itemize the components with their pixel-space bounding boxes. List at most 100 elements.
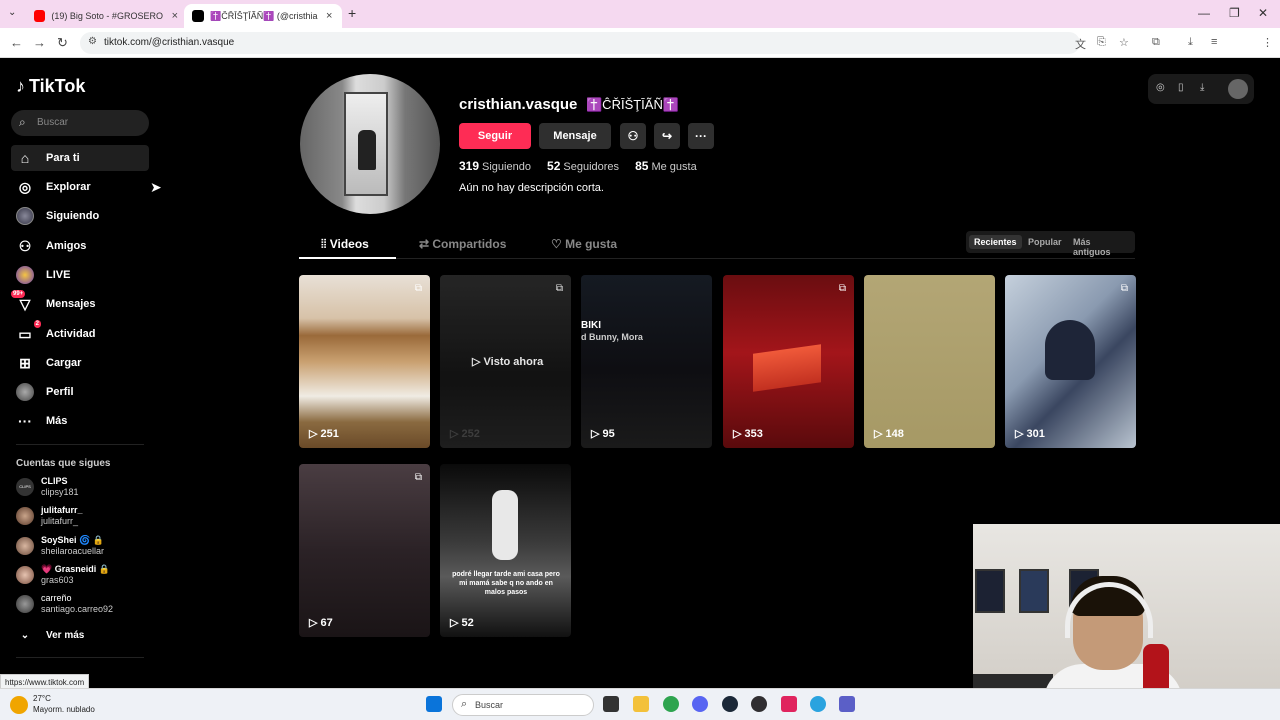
grid-icon: ⦙⦙ xyxy=(321,237,330,251)
chrome-icon[interactable] xyxy=(663,696,679,712)
sort-oldest[interactable]: Más antiguos xyxy=(1068,235,1135,259)
video-card[interactable]: ⧉ ▷ 353 xyxy=(723,275,854,448)
steam-icon[interactable] xyxy=(722,696,738,712)
user-avatar[interactable] xyxy=(1228,79,1248,99)
nav-para-ti[interactable]: ⌂ Para ti xyxy=(11,145,149,171)
taskbar-search[interactable]: ⌕ Buscar xyxy=(452,694,594,716)
bookmark-star-icon[interactable]: ☆ xyxy=(1119,36,1129,49)
file-explorer-icon[interactable] xyxy=(633,696,649,712)
close-window-button[interactable]: ✕ xyxy=(1258,6,1268,20)
nav-mas[interactable]: ··· Más xyxy=(11,408,149,434)
following-account[interactable]: 💗 Grasneidi 🔒 gras603 xyxy=(16,564,156,588)
nav-live[interactable]: LIVE xyxy=(11,262,149,288)
close-tab-icon[interactable]: × xyxy=(326,10,332,22)
close-tab-icon[interactable]: × xyxy=(172,10,178,22)
chevron-down-icon: ⌄ xyxy=(20,629,30,641)
profile-nickname: ✝️ĈŘĪŠŢĪÃÑ✝️ xyxy=(586,97,680,112)
install-app-icon[interactable]: ⎘ xyxy=(1097,36,1106,49)
follow-button[interactable]: Seguir xyxy=(459,123,531,149)
tab-list-icon[interactable]: ⌄ xyxy=(8,7,16,18)
profile-avatar-large[interactable] xyxy=(300,74,440,214)
coins-icon[interactable]: ◎ xyxy=(1156,82,1165,93)
sort-toggle: Recientes Popular Más antiguos xyxy=(966,231,1135,257)
sort-popular[interactable]: Popular xyxy=(1023,235,1067,249)
video-card[interactable]: BIKI d Bunny, Mora ▷ 95 xyxy=(581,275,712,448)
nav-amigos[interactable]: ⚇ Amigos xyxy=(11,233,149,259)
likes-stat: 85 Me gusta xyxy=(635,159,697,173)
address-bar[interactable]: ⚙ tiktok.com/@cristhian.vasque xyxy=(80,32,1080,54)
obs-icon[interactable] xyxy=(751,696,767,712)
tiktok-note-icon: ♪ xyxy=(16,76,25,96)
task-view-icon[interactable] xyxy=(603,696,619,712)
nav-label: Mensajes xyxy=(46,298,96,310)
restore-button[interactable]: ❐ xyxy=(1229,6,1240,20)
account-avatar xyxy=(16,566,34,584)
following-account[interactable]: SoyShei 🌀 🔒 sheilaroacuellar xyxy=(16,535,156,559)
tab-reposts[interactable]: ⇄ Compartidos xyxy=(419,237,506,251)
account-handle: sheilaroacuellar xyxy=(41,546,105,556)
sort-recent[interactable]: Recientes xyxy=(969,235,1022,249)
tiktok-taskbar-icon[interactable] xyxy=(781,696,797,712)
nav-perfil[interactable]: Perfil xyxy=(11,379,149,405)
tab-title: (19) Big Soto - #GROSERO 🙈 | xyxy=(51,10,163,21)
video-card[interactable]: podré llegar tarde ami casa pero mi mamá… xyxy=(440,464,571,637)
forward-icon[interactable]: → xyxy=(33,35,46,50)
reload-icon[interactable]: ↻ xyxy=(57,35,68,51)
multi-video-icon: ⧉ xyxy=(414,283,422,294)
tiktok-logo[interactable]: ♪ TikTok xyxy=(16,76,85,97)
account-handle: gras603 xyxy=(41,575,74,585)
video-card[interactable]: ⧉ ▷ 251 xyxy=(299,275,430,448)
add-friend-button[interactable]: ⚇ xyxy=(620,123,646,149)
following-account[interactable]: CLIPS CLIPS clipsy181 xyxy=(16,476,156,500)
nav-explorar[interactable]: ◎ Explorar xyxy=(11,174,149,200)
windows-taskbar: 27°C Mayorm. nublado ⌕ Buscar xyxy=(0,688,1280,720)
browser-tab-tiktok[interactable]: ✝️ĈŘĪŠŢĪÃÑ✝️ (@cristhia × xyxy=(184,4,342,28)
share-button[interactable]: ↪ xyxy=(654,123,680,149)
wall-poster xyxy=(1019,569,1049,613)
following-stat[interactable]: 319 Siguiendo xyxy=(459,159,531,173)
nav-mensajes[interactable]: ▽ 99+ Mensajes xyxy=(11,290,149,317)
nav-actividad[interactable]: ▭ 2 Actividad xyxy=(11,320,149,347)
download-app-icon[interactable]: ⤓ xyxy=(1200,82,1204,93)
nav-siguiendo[interactable]: Siguiendo xyxy=(11,203,149,229)
extensions-icon[interactable]: ⧉ xyxy=(1152,36,1160,49)
message-button[interactable]: Mensaje xyxy=(539,123,611,149)
account-handle: santiago.carreo92 xyxy=(41,604,114,614)
activity-icon: ▭ 2 xyxy=(18,320,41,342)
media-control-icon[interactable]: ≡ xyxy=(1211,36,1217,48)
video-card[interactable]: ⧉ ▷ 301 xyxy=(1005,275,1136,448)
browser-tab-youtube[interactable]: (19) Big Soto - #GROSERO 🙈 | × xyxy=(26,4,186,28)
nav-cargar[interactable]: ⊞ Cargar xyxy=(11,350,149,376)
windows-start-icon[interactable] xyxy=(426,696,442,712)
video-card[interactable]: ⧉ ▷ 67 xyxy=(299,464,430,637)
new-tab-button[interactable]: + xyxy=(348,5,356,21)
back-icon[interactable]: ← xyxy=(10,35,23,50)
discord-icon[interactable] xyxy=(692,696,708,712)
video-card[interactable]: ▷ 148 xyxy=(864,275,995,448)
minimize-button[interactable]: — xyxy=(1198,6,1210,20)
device-icon[interactable]: ▯ xyxy=(1178,82,1184,93)
view-count: ▷ 148 xyxy=(874,428,904,440)
browser-toolbar: ← → ↻ ⚙ tiktok.com/@cristhian.vasque 文 ⎘… xyxy=(0,28,1280,77)
following-account[interactable]: julitafurr_ julitafurr_ xyxy=(16,505,156,529)
site-info-icon[interactable]: ⚙ xyxy=(88,36,97,47)
tab-liked[interactable]: ♡ Me gusta xyxy=(551,237,617,251)
view-count: ▷ 95 xyxy=(591,428,615,440)
tab-videos[interactable]: ⦙⦙ Videos xyxy=(321,237,369,252)
sidebar-divider xyxy=(16,444,144,445)
following-account[interactable]: carreño santiago.carreo92 xyxy=(16,593,156,617)
translate-icon[interactable]: 文 xyxy=(1075,36,1086,52)
more-options-button[interactable]: ··· xyxy=(688,123,714,149)
download-icon[interactable]: ⤓ xyxy=(1188,36,1193,49)
followers-stat[interactable]: 52 Seguidores xyxy=(547,159,619,173)
video-card[interactable]: ⧉ ▷ Visto ahora ▷ 252 xyxy=(440,275,571,448)
search-icon: ⌕ xyxy=(19,115,26,129)
avatar-photo-person xyxy=(358,130,376,170)
search-placeholder: Buscar xyxy=(37,117,69,128)
telegram-icon[interactable] xyxy=(810,696,826,712)
browser-menu-icon[interactable]: ⋮ xyxy=(1262,36,1273,49)
see-more-button[interactable]: ⌄ Ver más xyxy=(11,622,149,648)
search-input[interactable]: ⌕ Buscar xyxy=(11,110,149,136)
teams-icon[interactable] xyxy=(839,696,855,712)
multi-video-icon: ⧉ xyxy=(414,472,422,483)
